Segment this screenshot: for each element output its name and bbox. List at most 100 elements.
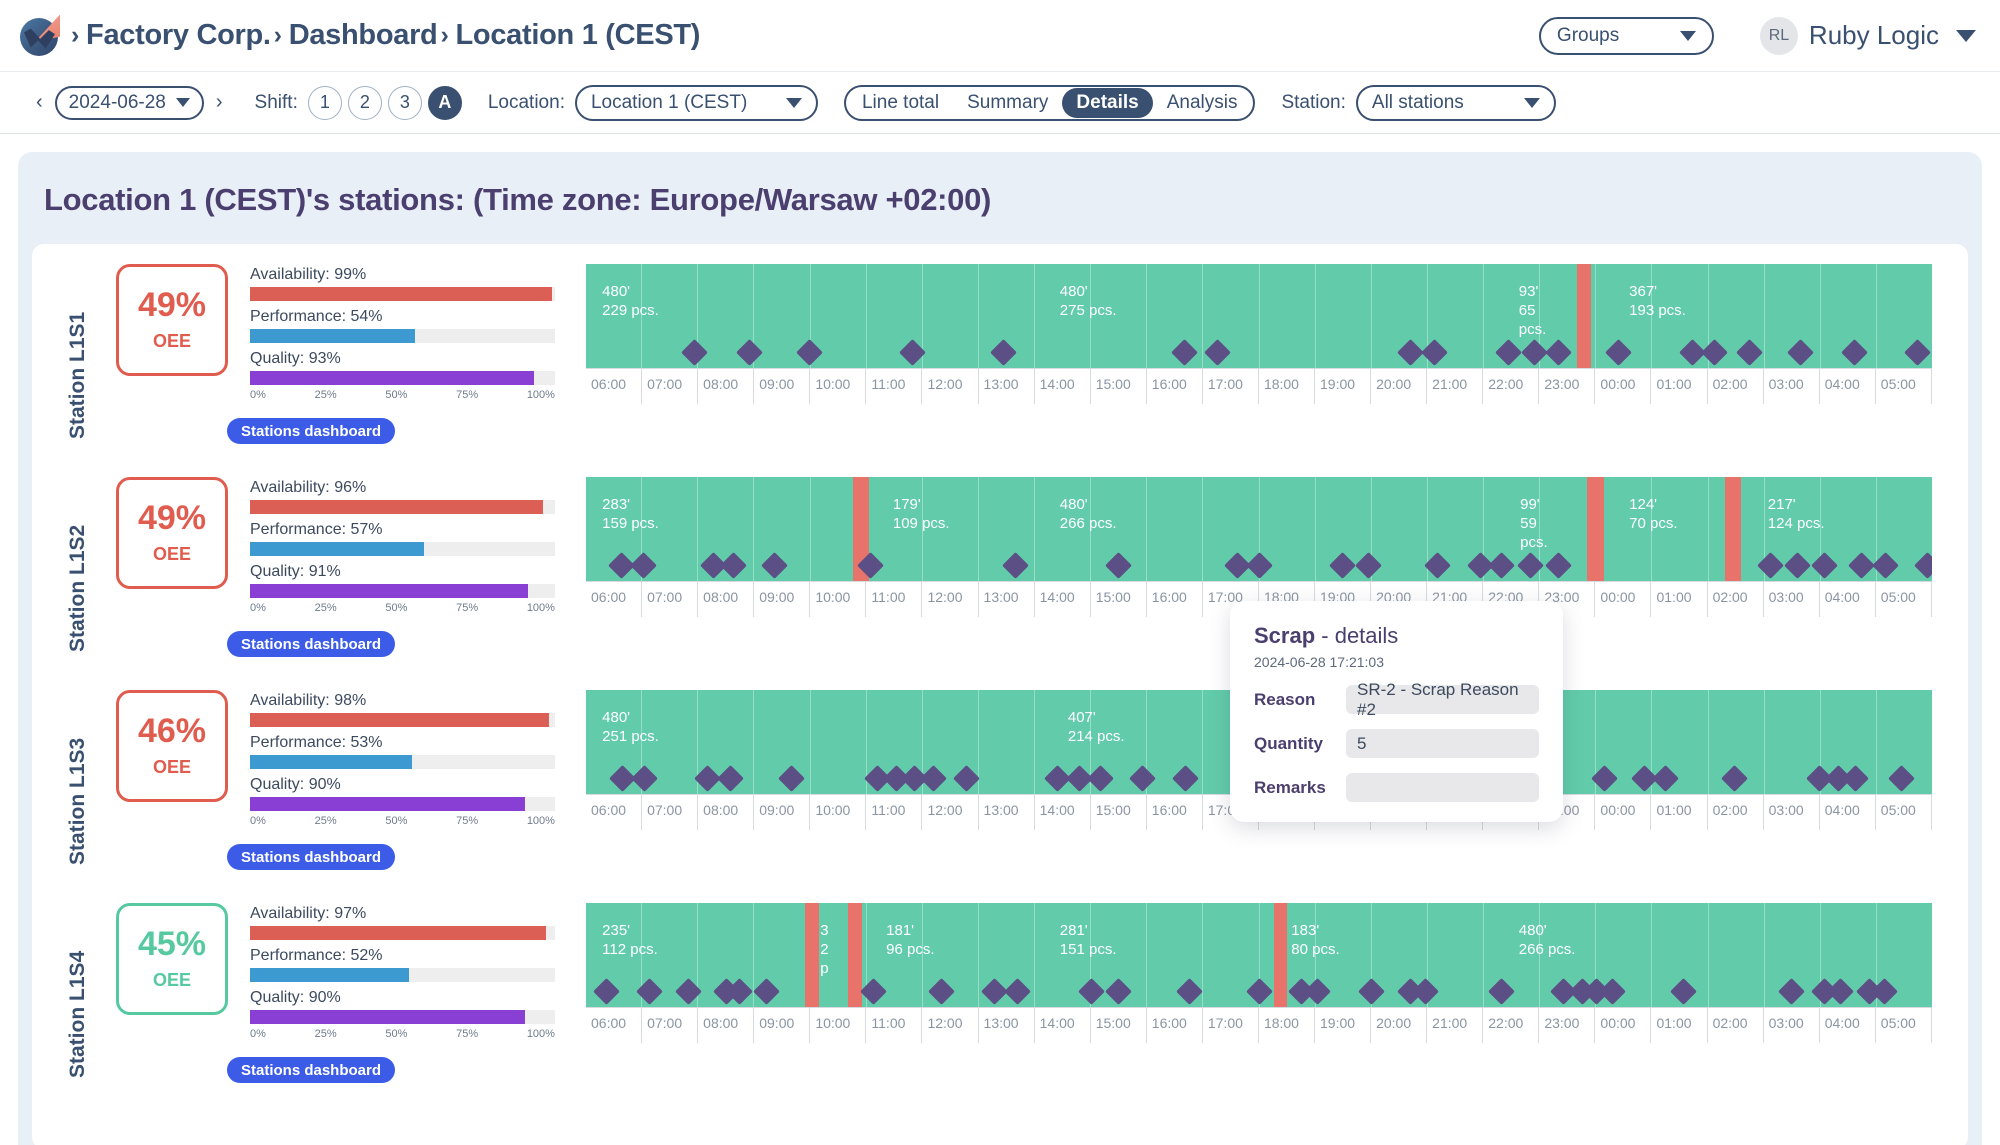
top-bar-right: Groups RL Ruby Logic: [1538, 16, 1976, 55]
scale-tick: 25%: [314, 815, 337, 827]
axis-tick-label: 02:00: [1708, 795, 1764, 830]
metric-bar-quality: [250, 797, 555, 811]
breadcrumb-item-location[interactable]: Location 1 (CEST): [456, 19, 701, 52]
prev-date-button[interactable]: ‹: [30, 91, 49, 114]
metric-scale: 0% 25% 50% 75% 100%: [250, 1028, 555, 1040]
axis-tick-label: 11:00: [866, 369, 923, 404]
scale-tick: 0%: [250, 602, 266, 614]
tab-analysis[interactable]: Analysis: [1153, 88, 1252, 118]
popup-field-reason: Reason SR-2 - Scrap Reason #2: [1254, 680, 1539, 719]
timeline-stop-block[interactable]: [1587, 477, 1604, 581]
axis-tick-label: 09:00: [754, 795, 811, 830]
tab-line-total[interactable]: Line total: [848, 88, 953, 118]
timeline-stop-block[interactable]: [1576, 264, 1592, 368]
metric-label-quality: Quality: 90%: [250, 989, 341, 1006]
chevron-down-icon: [175, 98, 190, 107]
timeline-track[interactable]: 480' 229 pcs. 480' 275 pcs. 93' 65 pcs. 367…: [586, 264, 1932, 368]
oee-box: 46% OEE: [116, 690, 228, 802]
axis-tick-label: 11:00: [866, 582, 923, 617]
axis-tick-label: 03:00: [1764, 369, 1820, 404]
axis-tick-label: 13:00: [979, 795, 1035, 830]
timeline-stop-block[interactable]: [1724, 477, 1741, 581]
axis-tick-label: 00:00: [1595, 1008, 1652, 1043]
axis-tick-label: 12:00: [922, 582, 979, 617]
tab-details[interactable]: Details: [1062, 87, 1153, 118]
chevron-down-icon: [1679, 30, 1696, 41]
axis-tick-label: 10:00: [810, 1008, 867, 1043]
date-picker-value: 2024-06-28: [68, 91, 166, 113]
user-name: Ruby Logic: [1808, 20, 1939, 50]
popup-field-label: Remarks: [1254, 777, 1326, 797]
scale-tick: 100%: [526, 815, 555, 827]
shift-chip-a[interactable]: A: [427, 85, 462, 120]
timeline-track[interactable]: 235' 112 pcs. 3 2 p 181' 96 pcs. 281' 151 p…: [586, 903, 1932, 1007]
axis-tick-label: 21:00: [1427, 369, 1484, 404]
axis-tick-label: 08:00: [698, 582, 755, 617]
timeline-axis: 06:00 07:00 08:00 09:00 10:00 11:00 12:00 13:00…: [586, 368, 1932, 404]
groups-dropdown[interactable]: Groups: [1538, 16, 1714, 55]
shift-chip-2[interactable]: 2: [347, 85, 382, 120]
filter-bar: ‹ 2024-06-28 › Shift: 1 2 3 A Location: …: [0, 71, 2000, 134]
timeline-stop-block[interactable]: [1273, 903, 1288, 1007]
axis-tick-label: 17:00: [1203, 1008, 1259, 1043]
content-area: Location 1 (CEST)'s stations: (Time zone…: [0, 134, 2000, 1145]
shift-chip-1[interactable]: 1: [307, 85, 342, 120]
axis-tick-label: 12:00: [922, 1008, 979, 1043]
axis-tick-label: 10:00: [810, 795, 867, 830]
oee-value: 46%: [137, 712, 207, 750]
metric-label-quality: Quality: 90%: [250, 776, 341, 793]
axis-tick-label: 01:00: [1651, 582, 1708, 617]
axis-tick-label: 07:00: [642, 582, 699, 617]
scale-tick: 100%: [526, 389, 555, 401]
metric-bar-fill: [250, 542, 424, 556]
popup-field-remarks: Remarks: [1254, 773, 1539, 802]
breadcrumb-separator-icon: ›: [273, 21, 282, 49]
timeline-track[interactable]: 283' 159 pcs. 179' 109 pcs. 480' 266 pcs. 9…: [586, 477, 1932, 581]
breadcrumb-item-company[interactable]: Factory Corp.: [86, 19, 271, 52]
reason-field[interactable]: SR-2 - Scrap Reason #2: [1346, 680, 1539, 719]
oee-value: 49%: [137, 499, 207, 537]
metric-bar-performance: [250, 755, 555, 769]
axis-tick-label: 06:00: [586, 1008, 643, 1043]
metric-bar-fill: [250, 329, 415, 343]
tab-summary[interactable]: Summary: [953, 88, 1062, 118]
shift-chip-3[interactable]: 3: [387, 85, 422, 120]
breadcrumb-item-dashboard[interactable]: Dashboard: [289, 19, 438, 52]
location-dropdown-value: Location 1 (CEST): [590, 91, 748, 113]
station-kpi-column: 49% OEE Availability: 96% Performance: 57% Q…: [94, 465, 574, 678]
metric-bar-fill: [250, 755, 412, 769]
stations-dashboard-button[interactable]: Stations dashboard: [227, 844, 395, 870]
axis-tick-label: 13:00: [979, 582, 1035, 617]
oee-value: 49%: [137, 286, 207, 324]
axis-tick-label: 18:00: [1259, 369, 1316, 404]
quantity-field[interactable]: 5: [1346, 729, 1539, 758]
metric-bar-fill: [250, 287, 552, 301]
chevron-down-icon: [1956, 29, 1976, 42]
location-dropdown[interactable]: Location 1 (CEST): [574, 84, 818, 121]
axis-tick-label: 03:00: [1764, 1008, 1820, 1043]
stations-dashboard-button[interactable]: Stations dashboard: [227, 1057, 395, 1083]
date-picker[interactable]: 2024-06-28: [54, 85, 204, 120]
stations-dashboard-button[interactable]: Stations dashboard: [227, 631, 395, 657]
timeline-hour-cell: [923, 477, 979, 581]
metric-label-availability: Availability: 96%: [250, 479, 367, 496]
axis-tick-label: 06:00: [586, 582, 643, 617]
axis-tick-label: 20:00: [1371, 369, 1428, 404]
user-menu[interactable]: RL Ruby Logic: [1759, 16, 1976, 55]
timeline-hour-cell: [1596, 477, 1653, 581]
oee-box: 49% OEE: [116, 477, 228, 589]
metric-label-availability: Availability: 99%: [250, 266, 367, 283]
station-kpi-column: 49% OEE Availability: 99% Performance: 54% Q…: [94, 252, 574, 465]
popup-timestamp: 2024-06-28 17:21:03: [1254, 654, 1384, 670]
station-dropdown[interactable]: All stations: [1355, 84, 1556, 121]
station-row: Station L1S1 49% OEE Availability: 99% Perfo…: [32, 252, 1968, 465]
stations-dashboard-button[interactable]: Stations dashboard: [227, 418, 395, 444]
shift-label: Shift:: [254, 91, 298, 113]
axis-tick-label: 15:00: [1091, 1008, 1147, 1043]
axis-tick-label: 03:00: [1764, 582, 1820, 617]
metrics-group: Availability: 97% Performance: 52% Quality…: [250, 903, 555, 1040]
timeline-hour-cell: [1260, 264, 1316, 368]
next-date-button[interactable]: ›: [210, 91, 229, 114]
timeline-stop-block[interactable]: [805, 903, 819, 1007]
remarks-field[interactable]: [1346, 773, 1539, 802]
